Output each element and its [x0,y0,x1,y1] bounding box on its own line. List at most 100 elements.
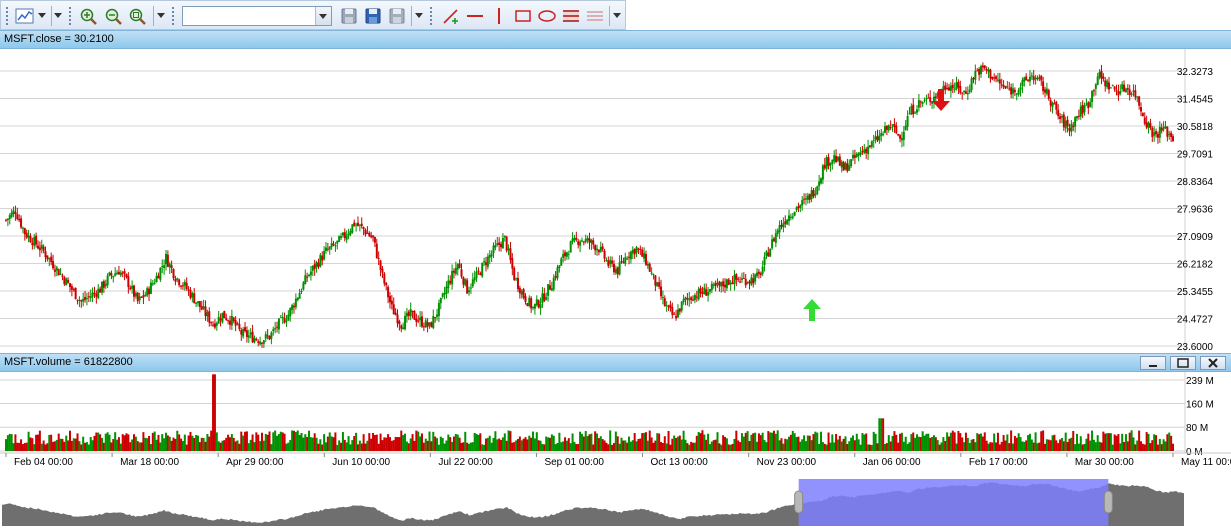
candle-body [490,253,493,257]
symbol-combo-input[interactable] [183,7,321,25]
candle-body [341,232,344,236]
x-tick-label: Mar 30 00:00 [1075,457,1134,468]
volume-chart[interactable]: 239 M160 M80 M0 MFeb 04 00:00 Mar 18 00:0… [0,372,1231,473]
chart-type-icon[interactable] [15,7,35,25]
zoom-in-icon[interactable] [79,7,99,25]
volume-bar [976,433,979,451]
candle-body [274,328,277,330]
rectangle-icon[interactable] [513,7,533,25]
drawing-dropdown-icon[interactable] [613,13,621,18]
volume-bar [484,438,487,451]
volume-bar [210,430,213,451]
candle-body [377,258,380,260]
candle-body [1081,105,1084,114]
candle-body [185,282,188,290]
draw-line-icon[interactable] [441,7,461,25]
candle-body [588,238,591,243]
candle-body [788,215,791,221]
volume-bar [547,437,550,451]
volume-bar [219,442,222,451]
save-icon[interactable] [340,7,358,25]
candle-body [917,100,920,108]
chart-type-dropdown-icon[interactable] [38,13,46,18]
candle-body [484,262,487,265]
candle-body [855,153,858,157]
candle-body [1077,115,1080,117]
volume-bar [255,432,258,451]
volume-bar [799,441,802,451]
zoom-fit-icon[interactable] [128,7,148,25]
volume-bar [396,437,399,451]
toolbar-grip[interactable] [69,7,71,25]
volume-bar [917,436,920,451]
save-disabled-icon[interactable] [388,7,406,25]
combo-dropdown-button[interactable] [315,7,331,25]
volume-bar [669,444,672,451]
candle-body [123,271,126,274]
candle-body [426,322,429,327]
separator [609,6,610,26]
candle-body [471,279,474,287]
candle-body [575,237,578,240]
volume-bar [445,440,448,451]
candle-body [268,335,271,340]
save-as-icon[interactable] [364,7,382,25]
close-pane-button[interactable] [1200,356,1226,370]
toolbar-grip[interactable] [430,7,432,25]
candle-body [230,315,233,326]
candle-body [955,82,958,90]
vertical-line-icon[interactable] [489,7,509,25]
volume-bar [884,444,887,451]
candle-body [618,262,621,275]
candle-body [644,254,647,265]
candle-body [1023,77,1026,82]
candle-body [477,270,480,272]
symbol-combo[interactable] [182,6,332,26]
candle-body [629,251,632,260]
volume-bar [537,440,540,451]
volume-bar [970,439,973,451]
horizontal-line-icon[interactable] [465,7,485,25]
ellipse-icon[interactable] [537,7,557,25]
volume-bar [972,438,975,451]
zoom-out-icon[interactable] [104,7,124,25]
volume-bar [236,440,239,451]
candle-body [808,194,811,200]
zoom-dropdown-icon[interactable] [157,13,165,18]
minimize-pane-button[interactable] [1140,356,1166,370]
volume-bar [323,434,326,451]
candle-body [166,254,169,267]
navigator[interactable] [0,473,1231,530]
candle-body [1113,86,1116,90]
volume-bar [454,433,457,451]
volume-bar [114,432,117,451]
price-chart[interactable]: 32.3273 31.4545 30.5818 29.7091 28.8364 27.96… [0,49,1231,352]
candle-body [718,281,721,286]
fibonacci-icon[interactable] [561,7,581,25]
volume-bar [946,432,949,451]
toolbar-grip[interactable] [6,7,8,25]
maximize-pane-button[interactable] [1170,356,1196,370]
toolbar-grip[interactable] [172,7,174,25]
volume-bar [123,435,126,451]
volume-bar [253,442,256,451]
volume-bar [1096,435,1099,451]
volume-bar [757,433,760,451]
parallel-lines-icon[interactable] [585,7,605,25]
candle-body [1138,96,1141,106]
overflow-dropdown-icon[interactable] [54,13,62,18]
volume-bar [392,440,395,451]
volume-bar [823,443,826,451]
candle-body [494,245,497,248]
file-dropdown-icon[interactable] [415,13,423,18]
volume-bar [398,437,401,451]
volume-bar [838,435,841,451]
candle-body [635,247,638,253]
candle-body [611,260,614,264]
candle-body [383,273,386,284]
volume-bar [821,442,824,451]
candle-body [501,238,504,249]
volume-bar [245,431,248,451]
candle-body [558,265,561,268]
volume-bar [1017,433,1020,451]
